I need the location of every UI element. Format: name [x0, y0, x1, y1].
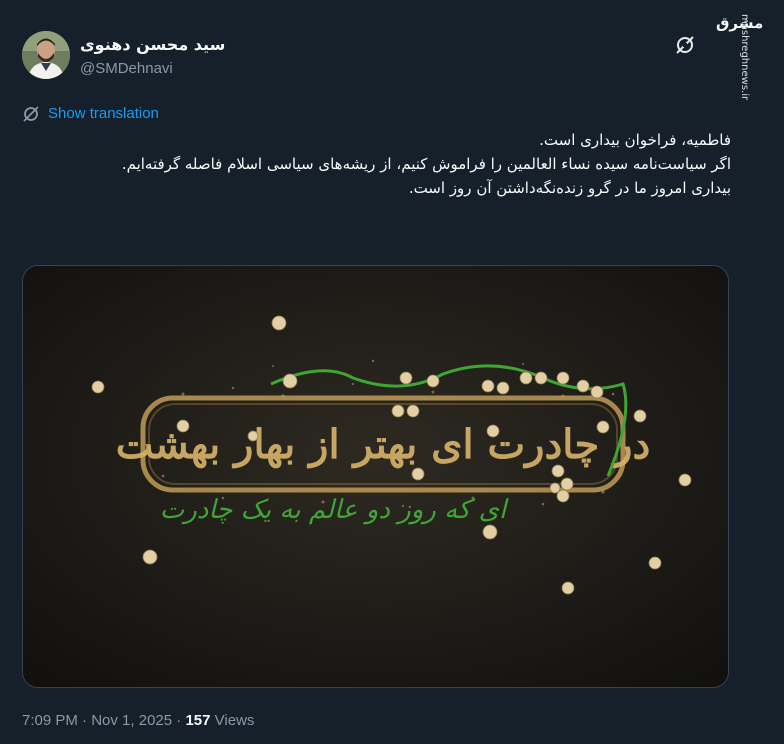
tweet-text: فاطمیه، فراخوان بیداری است. اگر سیاست‌نا… [22, 128, 731, 200]
tweet-line: بیداری امروز ما در گرو زنده‌نگه‌داشتن آن… [408, 179, 731, 197]
meta-separator: · [82, 712, 88, 729]
tweet-line: اگر سیاست‌نامه سیده نساء العالمین را فرا… [121, 155, 731, 173]
views-count[interactable]: 157 [185, 712, 210, 729]
watermark-url: mashreghnews.ir [739, 14, 750, 101]
avatar[interactable] [22, 31, 70, 79]
grok-icon[interactable] [674, 34, 696, 56]
news-watermark: مشرق mashreghnews.ir [706, 0, 784, 120]
tweet-meta: 7:09 PM · Nov 1, 2025 · 157 Views [22, 712, 254, 729]
views-label: Views [214, 712, 255, 729]
tweet-media-image[interactable]: در چادرت ای بهتر از بهار بهشت ای که روز … [22, 265, 729, 688]
tweet-time[interactable]: 7:09 PM [22, 712, 78, 729]
show-translation-link[interactable]: Show translation [48, 105, 159, 122]
tweet-line: فاطمیه، فراخوان بیداری است. [539, 131, 731, 149]
tweet-date[interactable]: Nov 1, 2025 [91, 712, 172, 729]
author-handle[interactable]: @SMDehnavi [80, 60, 173, 77]
calligraphy-main: در چادرت ای بهتر از بهار بهشت [116, 421, 651, 469]
globe-icon [22, 105, 40, 123]
tweet-card: سید محسن دهنوی @SMDehnavi مشرق mashreghn… [0, 0, 784, 744]
meta-separator: · [176, 712, 182, 729]
author-display-name[interactable]: سید محسن دهنوی [80, 35, 225, 54]
calligraphy-green: ای که روز دو عالم به یک چادرت [160, 495, 509, 525]
